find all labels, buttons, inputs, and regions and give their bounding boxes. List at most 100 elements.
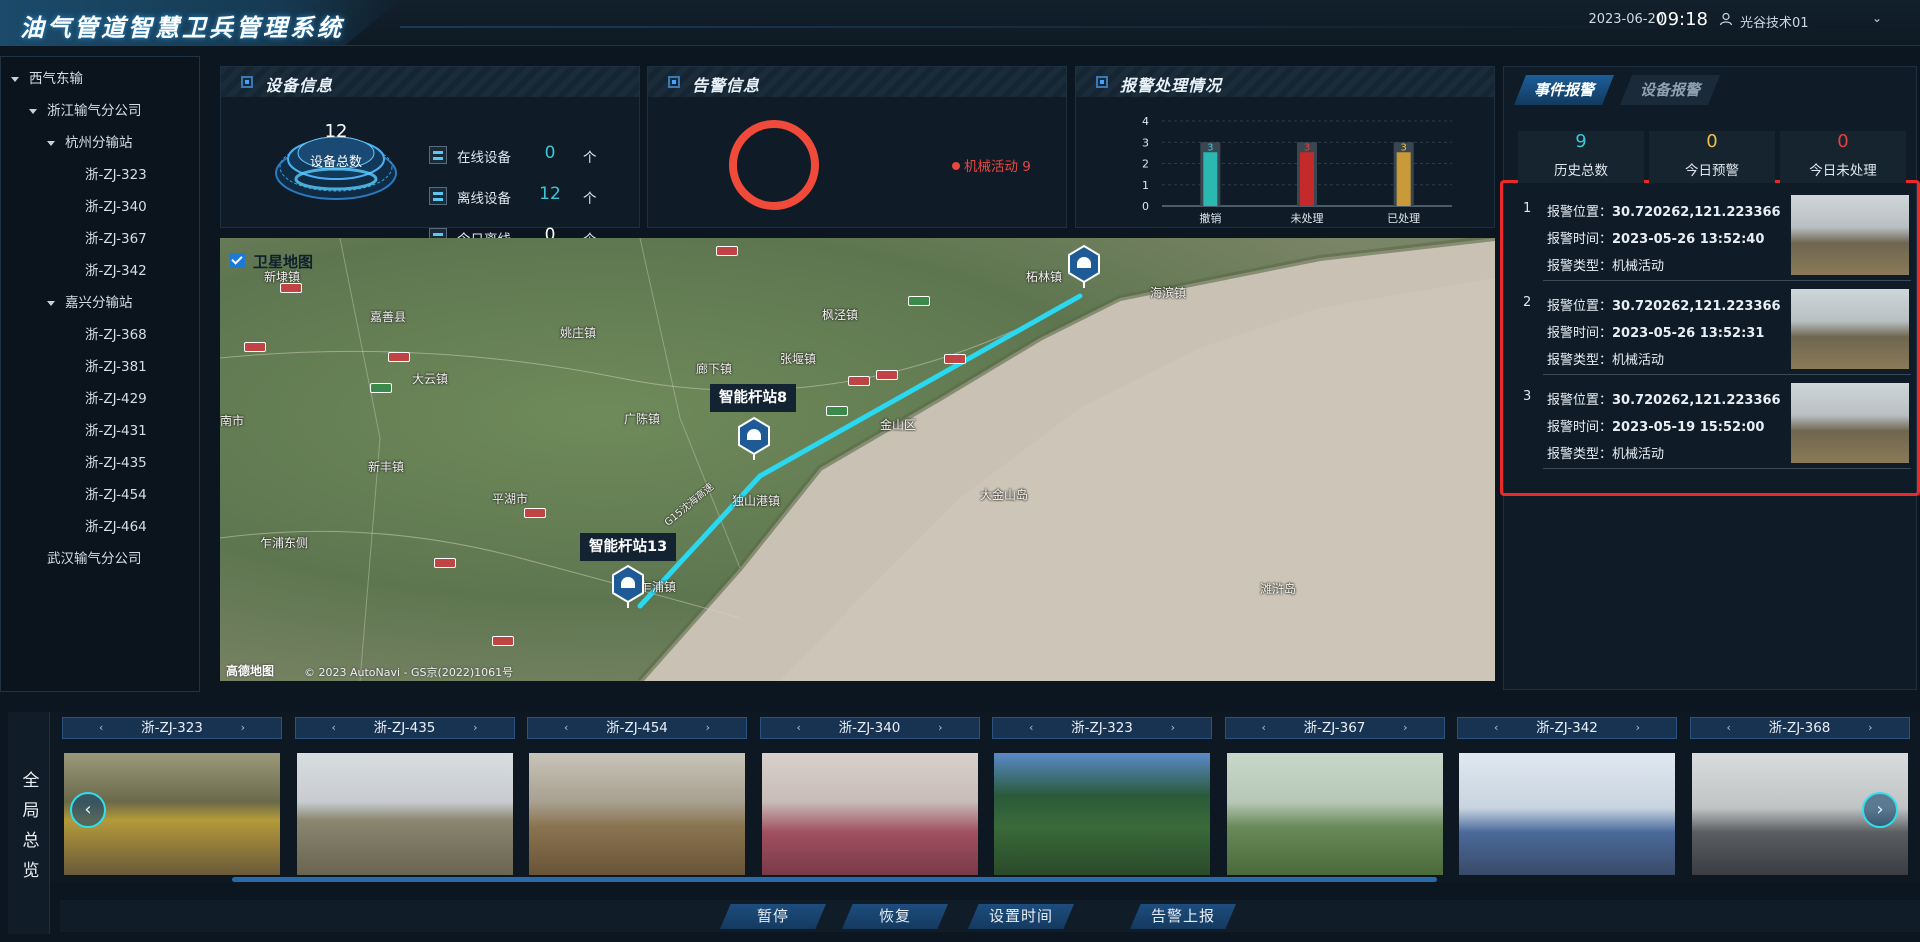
y-tick-label: 0 [1142, 200, 1149, 213]
camera-prev-icon[interactable]: ‹ [797, 718, 801, 738]
camera-next-icon[interactable]: › [1403, 718, 1407, 738]
header-date: 2023-06-20 [1588, 12, 1664, 27]
tree-item[interactable]: 浙-ZJ-340 [85, 193, 147, 221]
map-place-label: 张堰镇 [780, 352, 817, 366]
tree-item[interactable]: 浙-ZJ-464 [85, 513, 147, 541]
camera-prev-icon[interactable]: ‹ [1029, 718, 1033, 738]
caret-down-icon[interactable] [47, 300, 55, 306]
handling-bar-chart: 0 1 2 3 4 3 撤销 3 未处理 3 已处理 [1142, 115, 1452, 225]
camera-next-icon[interactable]: › [1636, 718, 1640, 738]
camera-feed-image[interactable] [1226, 753, 1443, 875]
event-snapshot-image[interactable] [1791, 289, 1909, 369]
action-button[interactable]: 暂停 [720, 904, 826, 929]
tree-item[interactable]: 浙-ZJ-435 [85, 449, 147, 477]
camera-tile[interactable]: ‹ 浙-ZJ-435 › [294, 717, 515, 881]
event-time-value: 2023-05-26 13:52:40 [1612, 232, 1765, 247]
event-type-value: 机械活动 [1612, 353, 1665, 368]
bar [1396, 152, 1411, 206]
event-stat-value: 9 [1575, 131, 1587, 152]
event-position-value: 30.720262,121.223366 [1612, 393, 1781, 408]
camera-feed-image[interactable] [761, 753, 978, 875]
map-layer-checkbox[interactable] [230, 253, 245, 268]
chevron-down-icon[interactable]: ⌄ [1872, 11, 1882, 25]
camera-prev-icon[interactable]: ‹ [564, 718, 568, 738]
caret-down-icon[interactable] [11, 76, 19, 82]
y-tick-label: 3 [1142, 136, 1149, 149]
camera-feed-image[interactable] [296, 753, 513, 875]
camera-next-icon[interactable]: › [241, 718, 245, 738]
y-tick-label: 4 [1142, 115, 1149, 128]
camera-next-icon[interactable]: › [473, 718, 477, 738]
alarm-handling-panel: 报警处理情况 0 1 2 3 4 3 撤销 3 未处理 3 已处理 [1075, 66, 1495, 228]
panel-title: 设备信息 [265, 76, 334, 95]
camera-tile[interactable]: ‹ 浙-ZJ-340 › [759, 717, 980, 881]
station-pin-icon[interactable] [736, 416, 772, 460]
camera-tile[interactable]: ‹ 浙-ZJ-323 › [992, 717, 1212, 881]
tree-item[interactable]: 浙-ZJ-368 [85, 321, 147, 349]
camera-name: 浙-ZJ-340 [838, 720, 901, 736]
event-item[interactable]: 2 报警位置：30.720262,121.223366 报警时间：2023-05-2… [1503, 281, 1917, 375]
tree-item[interactable]: 西气东输 [11, 65, 83, 93]
tree-item[interactable]: 武汉输气分公司 [29, 545, 142, 573]
tree-item-label: 浙江输气分公司 [47, 103, 142, 119]
chevron-left-icon[interactable]: ‹ [70, 792, 106, 828]
camera-tile[interactable]: ‹ 浙-ZJ-367 › [1224, 717, 1445, 881]
tree-item[interactable]: 杭州分输站 [47, 129, 133, 157]
camera-next-icon[interactable]: › [1171, 718, 1175, 738]
tree-item[interactable]: 嘉兴分输站 [47, 289, 133, 317]
camera-next-icon[interactable]: › [706, 718, 710, 738]
tree-item[interactable]: 浙江输气分公司 [29, 97, 142, 125]
action-button[interactable]: 设置时间 [968, 904, 1074, 929]
camera-prev-icon[interactable]: ‹ [1494, 718, 1498, 738]
station-label[interactable]: 智能杆站13 [580, 533, 677, 561]
station-label[interactable]: 智能杆站8 [710, 384, 797, 412]
chevron-right-icon[interactable]: › [1862, 792, 1898, 828]
map-place-label: 滩浒岛 [1260, 582, 1297, 596]
tree-item-label: 西气东输 [29, 71, 83, 87]
camera-header: ‹ 浙-ZJ-323 › [992, 717, 1212, 739]
tree-item[interactable]: 浙-ZJ-429 [85, 385, 147, 413]
station-pin-icon[interactable] [610, 564, 646, 608]
camera-prev-icon[interactable]: ‹ [99, 718, 103, 738]
tree-item-label: 武汉输气分公司 [47, 551, 142, 567]
camera-feed-image[interactable] [1459, 753, 1675, 875]
event-stat-card: 0 今日预警 [1649, 131, 1775, 183]
event-item[interactable]: 3 报警位置：30.720262,121.223366 报警时间：2023-05-1… [1503, 375, 1917, 469]
camera-feed-image[interactable] [994, 753, 1210, 875]
action-button[interactable]: 告警上报 [1130, 904, 1236, 929]
camera-tile[interactable]: ‹ 浙-ZJ-454 › [527, 717, 747, 881]
action-button[interactable]: 恢复 [842, 904, 948, 929]
event-snapshot-image[interactable] [1791, 383, 1909, 463]
tree-item[interactable]: 浙-ZJ-454 [85, 481, 147, 509]
event-snapshot-image[interactable] [1791, 195, 1909, 275]
map-place-label: 嘉善县 [370, 310, 407, 324]
camera-next-icon[interactable]: › [938, 718, 942, 738]
station-pin-icon[interactable] [1066, 244, 1102, 288]
tree-item[interactable]: 浙-ZJ-381 [85, 353, 147, 381]
tree-item[interactable]: 浙-ZJ-431 [85, 417, 147, 445]
tab-device-alarm[interactable]: 设备报警 [1620, 75, 1720, 105]
tree-item[interactable]: 浙-ZJ-323 [85, 161, 147, 189]
camera-prev-icon[interactable]: ‹ [332, 718, 336, 738]
camera-name: 浙-ZJ-368 [1768, 720, 1831, 736]
camera-next-icon[interactable]: › [1868, 718, 1872, 738]
caret-down-icon[interactable] [29, 108, 37, 114]
tree-item[interactable]: 浙-ZJ-342 [85, 257, 147, 285]
caret-down-icon[interactable] [47, 140, 55, 146]
satellite-map[interactable]: 卫星地图 嘉善县 姚庄镇 大云镇 枫泾镇 廊下镇 张堰镇 金山区 广陈镇 新丰镇 平湖市 独山港镇乍… [220, 238, 1495, 681]
event-item[interactable]: 1 报警位置：30.720262,121.223366 报警时间：2023-05-2… [1503, 187, 1917, 281]
map-place-label: 枫泾镇 [822, 308, 859, 322]
camera-tile[interactable]: ‹ 浙-ZJ-342 › [1457, 717, 1677, 881]
user-name[interactable]: 光谷技术01 [1740, 12, 1868, 31]
strip-scrollbar[interactable] [232, 877, 1437, 882]
camera-prev-icon[interactable]: ‹ [1727, 718, 1731, 738]
tree-item[interactable]: 浙-ZJ-367 [85, 225, 147, 253]
header-time: 09:18 [1656, 9, 1708, 30]
event-index: 3 [1523, 389, 1532, 404]
camera-feed-image[interactable] [529, 753, 745, 875]
camera-prev-icon[interactable]: ‹ [1262, 718, 1266, 738]
bar [1203, 152, 1218, 206]
event-position-row: 报警位置：30.720262,121.223366 [1547, 201, 1781, 220]
tab-event-alarm[interactable]: 事件报警 [1514, 75, 1614, 105]
map-place-label: 大金山岛 [980, 488, 1029, 502]
